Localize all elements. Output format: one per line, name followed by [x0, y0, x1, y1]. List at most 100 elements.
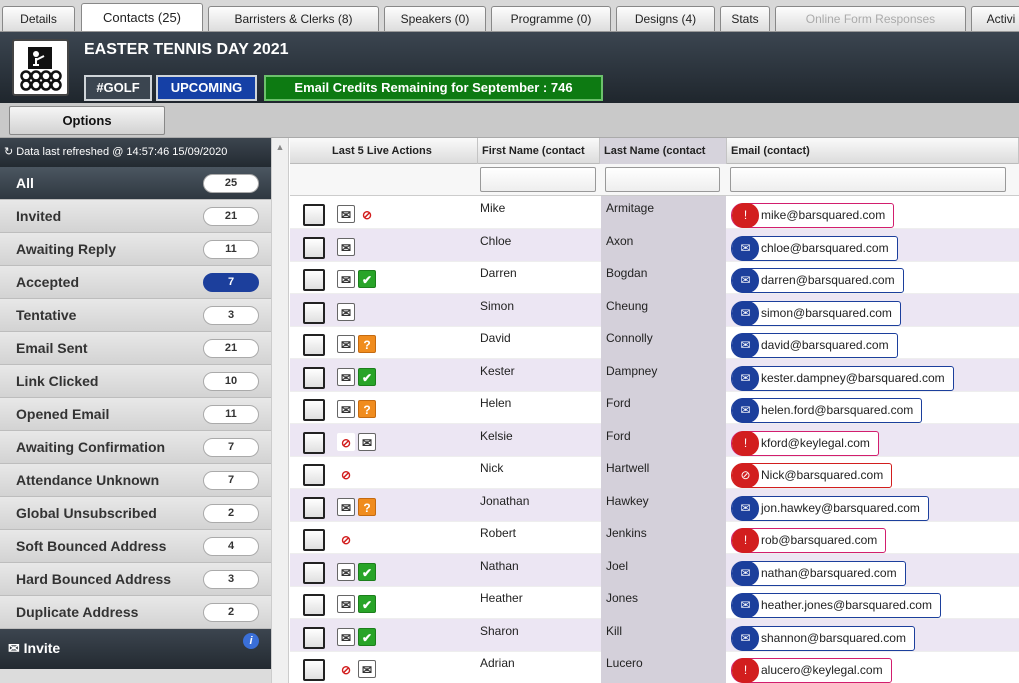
column-header-first-name[interactable]: First Name (contact: [478, 138, 600, 164]
green-check-icon[interactable]: ✔: [358, 367, 376, 386]
envelope-plus-icon[interactable]: ✉: [337, 237, 355, 256]
green-check-icon[interactable]: ✔: [358, 627, 376, 646]
orange-question-icon[interactable]: ?: [358, 335, 376, 353]
red-no-entry-icon[interactable]: ⊘: [337, 465, 355, 483]
table-row[interactable]: ✉ ⊘ Mike Armitage! mike@barsquared.com: [290, 196, 1019, 229]
first-name-filter-input[interactable]: [480, 167, 596, 192]
email-chip[interactable]: ✉ heather.jones@barsquared.com: [731, 593, 941, 618]
envelope-plus-icon[interactable]: ✉: [337, 595, 355, 613]
row-checkbox[interactable]: [303, 529, 325, 551]
options-button[interactable]: Options: [9, 106, 165, 135]
row-checkbox[interactable]: [303, 399, 325, 421]
email-chip[interactable]: ! mike@barsquared.com: [731, 203, 895, 228]
refresh-icon[interactable]: ↻: [4, 146, 13, 158]
table-row[interactable]: ✉ ✔ Heather Jones ✉ heather.jones@barsquared.…: [290, 586, 1019, 619]
orange-question-icon[interactable]: ?: [358, 497, 376, 516]
row-checkbox[interactable]: [303, 431, 325, 454]
email-chip[interactable]: ✉ helen.ford@barsquared.com: [731, 398, 923, 423]
filter-item-opened-email[interactable]: Opened Email 11: [0, 398, 271, 431]
row-checkbox[interactable]: [303, 366, 325, 389]
filter-item-hard-bounced-address[interactable]: Hard Bounced Address 3: [0, 563, 271, 596]
email-chip[interactable]: ✉ darren@barsquared.com: [731, 268, 904, 293]
tab-contacts[interactable]: Contacts (25): [81, 3, 203, 31]
filter-item-awaiting-reply[interactable]: Awaiting Reply 11: [0, 233, 271, 266]
email-chip[interactable]: ! kford@keylegal.com: [731, 430, 879, 456]
invite-section[interactable]: ✉ Invite i: [0, 629, 271, 669]
row-checkbox[interactable]: [303, 236, 325, 259]
row-checkbox[interactable]: [303, 496, 325, 519]
row-checkbox[interactable]: [303, 204, 325, 226]
column-header-live-actions[interactable]: Last 5 Live Actions: [290, 138, 478, 164]
row-checkbox[interactable]: [303, 626, 325, 649]
email-chip[interactable]: ✉ jon.hawkey@barsquared.com: [731, 495, 929, 521]
column-header-email[interactable]: Email (contact): [727, 138, 1019, 164]
table-row[interactable]: ✉ Simon Cheung ✉ simon@barsquared.com: [290, 293, 1019, 327]
filter-item-all[interactable]: All 25: [0, 167, 271, 200]
email-chip[interactable]: ⊘ Nick@barsquared.com: [731, 463, 893, 488]
tab-activity[interactable]: Activi: [971, 6, 1019, 31]
filter-item-soft-bounced-address[interactable]: Soft Bounced Address 4: [0, 530, 271, 563]
envelope-plus-icon[interactable]: ✉: [358, 660, 376, 678]
table-row[interactable]: ✉ ✔ Kester Dampney ✉ kester.dampney@barsquare…: [290, 358, 1019, 392]
email-chip[interactable]: ✉ david@barsquared.com: [731, 333, 898, 358]
table-row[interactable]: ✉ Chloe Axon ✉ chloe@barsquared.com: [290, 228, 1019, 262]
tab-stats[interactable]: Stats: [720, 6, 770, 31]
envelope-plus-icon[interactable]: ✉: [337, 367, 355, 386]
table-row[interactable]: ⊘ Robert Jenkins! rob@barsquared.com: [290, 521, 1019, 554]
row-checkbox[interactable]: [303, 464, 325, 486]
envelope-plus-icon[interactable]: ✉: [337, 497, 355, 516]
tab-designs[interactable]: Designs (4): [616, 6, 715, 31]
data-refresh-bar[interactable]: ↻ Data last refreshed @ 14:57:46 15/09/20…: [0, 138, 271, 167]
filter-item-global-unsubscribed[interactable]: Global Unsubscribed 2: [0, 497, 271, 530]
envelope-plus-icon[interactable]: ✉: [337, 205, 355, 223]
filter-item-duplicate-address[interactable]: Duplicate Address 2: [0, 596, 271, 629]
table-row[interactable]: ✉ ✔ Sharon Kill ✉ shannon@barsquared.com: [290, 618, 1019, 652]
table-row[interactable]: ⊘ ✉ Kelsie Ford! kford@keylegal.com: [290, 423, 1019, 457]
filter-item-link-clicked[interactable]: Link Clicked 10: [0, 365, 271, 398]
email-chip[interactable]: ✉ kester.dampney@barsquared.com: [731, 365, 954, 391]
email-chip[interactable]: ! alucero@keylegal.com: [731, 658, 892, 683]
orange-question-icon[interactable]: ?: [358, 400, 376, 418]
row-checkbox[interactable]: [303, 269, 325, 291]
red-no-entry-icon[interactable]: ⊘: [337, 530, 355, 548]
row-checkbox[interactable]: [303, 301, 325, 324]
scroll-up-icon[interactable]: ▲: [272, 138, 288, 156]
tab-details[interactable]: Details: [2, 6, 75, 31]
envelope-plus-icon[interactable]: ✉: [358, 432, 376, 451]
event-tag-badge[interactable]: #GOLF: [84, 75, 152, 101]
green-check-icon[interactable]: ✔: [358, 562, 376, 581]
red-no-entry-icon[interactable]: ⊘: [337, 432, 355, 451]
red-no-entry-icon[interactable]: ⊘: [358, 205, 376, 223]
filter-item-accepted[interactable]: Accepted 7: [0, 266, 271, 299]
table-row[interactable]: ✉? Helen Ford ✉ helen.ford@barsquared.com: [290, 391, 1019, 424]
email-chip[interactable]: ✉ chloe@barsquared.com: [731, 235, 898, 261]
table-row[interactable]: ✉ ✔ Darren Bogdan ✉ darren@barsquared.com: [290, 261, 1019, 294]
envelope-plus-icon[interactable]: ✉: [337, 627, 355, 646]
email-chip[interactable]: ✉ shannon@barsquared.com: [731, 625, 915, 651]
table-row[interactable]: ✉ ✔ Nathan Joel ✉ nathan@barsquared.com: [290, 553, 1019, 587]
filter-item-awaiting-confirmation[interactable]: Awaiting Confirmation 7: [0, 431, 271, 464]
envelope-plus-icon[interactable]: ✉: [337, 270, 355, 288]
row-checkbox[interactable]: [303, 659, 325, 681]
table-row[interactable]: ⊘ Nick Hartwell ⊘ Nick@barsquared.com: [290, 456, 1019, 489]
table-row[interactable]: ⊘ ✉ Adrian Lucero! alucero@keylegal.com: [290, 651, 1019, 683]
envelope-plus-icon[interactable]: ✉: [337, 400, 355, 418]
email-chip[interactable]: ! rob@barsquared.com: [731, 528, 887, 553]
row-checkbox[interactable]: [303, 334, 325, 356]
tab-barristers-clerks[interactable]: Barristers & Clerks (8): [208, 6, 379, 31]
row-checkbox[interactable]: [303, 561, 325, 584]
filter-item-invited[interactable]: Invited 21: [0, 200, 271, 233]
sidebar-scrollbar[interactable]: ▲: [271, 138, 289, 683]
red-no-entry-icon[interactable]: ⊘: [337, 660, 355, 678]
email-chip[interactable]: ✉ simon@barsquared.com: [731, 300, 901, 326]
envelope-plus-icon[interactable]: ✉: [337, 562, 355, 581]
tab-programme[interactable]: Programme (0): [491, 6, 611, 31]
column-header-last-name[interactable]: Last Name (contact: [600, 138, 727, 164]
info-icon[interactable]: i: [243, 633, 259, 649]
email-chip[interactable]: ✉ nathan@barsquared.com: [731, 560, 906, 586]
green-check-icon[interactable]: ✔: [358, 595, 376, 613]
tab-speakers[interactable]: Speakers (0): [384, 6, 486, 31]
email-filter-input[interactable]: [730, 167, 1006, 192]
filter-item-email-sent[interactable]: Email Sent 21: [0, 332, 271, 365]
table-row[interactable]: ✉? Jonathan Hawkey ✉ jon.hawkey@barsquared.c…: [290, 488, 1019, 522]
